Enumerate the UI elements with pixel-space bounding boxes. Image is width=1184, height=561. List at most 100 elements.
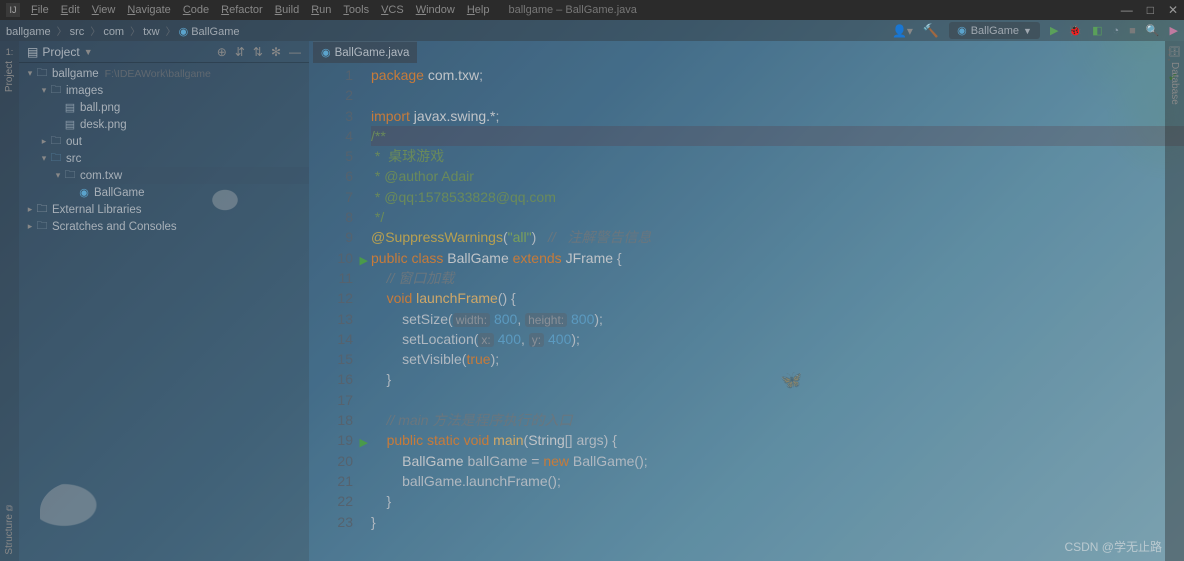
minimize-button[interactable]: —	[1121, 3, 1133, 17]
menu-file[interactable]: File	[26, 2, 54, 18]
tree-row[interactable]: ▤ball.png	[19, 99, 309, 116]
code-line[interactable]: }	[371, 491, 1184, 511]
line-number[interactable]: 19	[309, 430, 353, 450]
line-number[interactable]: 20	[309, 451, 353, 471]
line-number[interactable]: 3	[309, 106, 353, 126]
tree-row[interactable]: ▸🗀out	[19, 133, 309, 150]
tree-arrow-icon[interactable]: ▸	[39, 136, 49, 147]
line-number[interactable]: 23	[309, 512, 353, 532]
line-number[interactable]: 5	[309, 146, 353, 166]
line-number[interactable]: 14	[309, 329, 353, 349]
code-line[interactable]: }	[371, 369, 1184, 389]
line-number[interactable]: 2	[309, 85, 353, 105]
code-line[interactable]: @SuppressWarnings("all") // 注解警告信息	[371, 227, 1184, 247]
line-number[interactable]: 4	[309, 126, 353, 146]
code-editor[interactable]: 12345678910▶111213141516171819▶20212223 …	[309, 63, 1184, 561]
line-number[interactable]: 16	[309, 369, 353, 389]
chevron-down-icon[interactable]: ▼	[84, 47, 93, 57]
code-line[interactable]: */	[371, 207, 1184, 227]
line-number[interactable]: 12	[309, 288, 353, 308]
tree-row[interactable]: ▸🗀Scratches and Consoles	[19, 218, 309, 235]
breadcrumb-item[interactable]: txw	[143, 26, 160, 38]
menu-run[interactable]: Run	[306, 2, 336, 18]
collapse-all-icon[interactable]: ⇅	[253, 45, 263, 59]
run-gutter-icon[interactable]: ▶	[360, 433, 368, 453]
code-line[interactable]: import javax.swing.*;	[371, 106, 1184, 126]
expand-all-icon[interactable]: ⇵	[235, 45, 245, 59]
hide-icon[interactable]: —	[289, 45, 301, 59]
line-number[interactable]: 22	[309, 491, 353, 511]
tree-arrow-icon[interactable]: ▾	[39, 153, 49, 164]
line-number[interactable]: 8	[309, 207, 353, 227]
project-panel-title[interactable]: Project	[42, 45, 79, 59]
line-number[interactable]: 7	[309, 187, 353, 207]
run-gutter-icon[interactable]: ▶	[360, 251, 368, 271]
tree-row[interactable]: ▾🗀images	[19, 82, 309, 99]
close-button[interactable]: ✕	[1168, 3, 1178, 17]
menu-code[interactable]: Code	[178, 2, 214, 18]
code-line[interactable]: setVisible(true);	[371, 349, 1184, 369]
build-button[interactable]: 🔨	[923, 23, 939, 39]
project-tool-button[interactable]: Project	[4, 61, 15, 92]
menu-window[interactable]: Window	[411, 2, 460, 18]
user-icon[interactable]: 👤▾	[892, 24, 913, 38]
debug-button[interactable]: 🐞	[1068, 24, 1082, 37]
menu-refactor[interactable]: Refactor	[216, 2, 268, 18]
tree-arrow-icon[interactable]: ▸	[25, 204, 35, 215]
code-line[interactable]: BallGame ballGame = new BallGame();	[371, 451, 1184, 471]
tree-arrow-icon[interactable]: ▸	[25, 221, 35, 232]
tree-row[interactable]: ▾🗀ballgameF:\IDEAWork\ballgame	[19, 65, 309, 82]
code-line[interactable]: setLocation(x: 400, y: 400);	[371, 329, 1184, 349]
menu-tools[interactable]: Tools	[338, 2, 374, 18]
tree-row[interactable]: ▤desk.png	[19, 116, 309, 133]
structure-tool-button[interactable]: Structure	[4, 514, 15, 555]
line-number[interactable]: 1	[309, 65, 353, 85]
code-line[interactable]: * @author Adair	[371, 166, 1184, 186]
tree-row[interactable]: ▾🗀com.txw	[19, 167, 309, 184]
line-number[interactable]: 17	[309, 390, 353, 410]
more-button[interactable]: ▶	[1170, 24, 1178, 37]
tree-arrow-icon[interactable]: ▾	[25, 68, 35, 79]
maximize-button[interactable]: □	[1147, 3, 1154, 17]
code-line[interactable]: void launchFrame() {	[371, 288, 1184, 308]
menu-edit[interactable]: Edit	[56, 2, 85, 18]
settings-icon[interactable]: ✻	[271, 45, 281, 59]
run-config-selector[interactable]: ◉ BallGame ▼	[949, 22, 1040, 39]
code-line[interactable]: * @qq:1578533828@qq.com	[371, 187, 1184, 207]
run-button[interactable]: ▶	[1050, 24, 1058, 37]
line-number[interactable]: 9	[309, 227, 353, 247]
breadcrumb-item[interactable]: com	[103, 26, 124, 38]
breadcrumb-item[interactable]: src	[70, 26, 85, 38]
tree-arrow-icon[interactable]: ▾	[39, 85, 49, 96]
menu-help[interactable]: Help	[462, 2, 495, 18]
editor-tab[interactable]: ◉ BallGame.java	[313, 41, 417, 63]
code-line[interactable]: /**	[371, 126, 1184, 146]
line-number[interactable]: 10	[309, 248, 353, 268]
line-number[interactable]: 21	[309, 471, 353, 491]
tree-row[interactable]: ▾🗀src	[19, 150, 309, 167]
code-line[interactable]: public static void main(String[] args) {	[371, 430, 1184, 450]
line-number[interactable]: 18	[309, 410, 353, 430]
breadcrumb-item[interactable]: BallGame	[191, 26, 239, 38]
tree-arrow-icon[interactable]: ▾	[53, 170, 63, 181]
menu-view[interactable]: View	[87, 2, 121, 18]
code-line[interactable]: package com.txw;	[371, 65, 1184, 85]
line-number[interactable]: 6	[309, 166, 353, 186]
code-line[interactable]: // 窗口加载	[371, 268, 1184, 288]
stop-button[interactable]: ■	[1129, 25, 1136, 37]
line-number[interactable]: 15	[309, 349, 353, 369]
tree-row[interactable]: ◉BallGame	[19, 184, 309, 201]
code-line[interactable]	[371, 85, 1184, 105]
menu-build[interactable]: Build	[270, 2, 304, 18]
code-line[interactable]: // main 方法是程序执行的入口	[371, 410, 1184, 430]
menu-navigate[interactable]: Navigate	[122, 2, 175, 18]
code-content[interactable]: package com.txw; import javax.swing.*;/*…	[371, 63, 1184, 561]
search-everywhere-button[interactable]: 🔍	[1146, 24, 1160, 37]
select-opened-file-icon[interactable]: ⊕	[217, 45, 227, 59]
breadcrumb-item[interactable]: ballgame	[6, 26, 51, 38]
code-line[interactable]: setSize(width: 800, height: 800);	[371, 309, 1184, 329]
line-number[interactable]: 11	[309, 268, 353, 288]
tree-row[interactable]: ▸🗀External Libraries	[19, 201, 309, 218]
profile-button[interactable]: ◔	[1113, 25, 1120, 37]
code-line[interactable]: public class BallGame extends JFrame {	[371, 248, 1184, 268]
